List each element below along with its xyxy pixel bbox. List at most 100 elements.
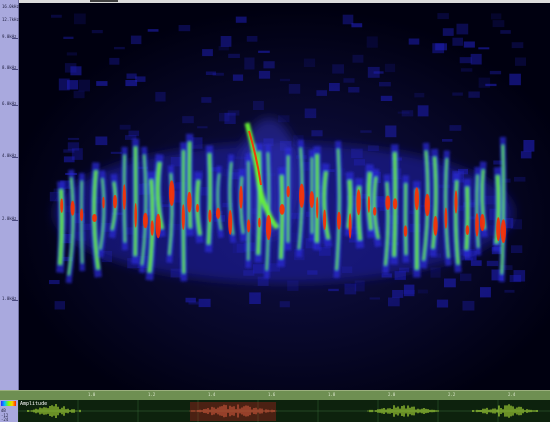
spectral-noise (66, 52, 77, 56)
spectral-peak (475, 213, 479, 237)
spectral-peak (60, 198, 64, 213)
spectral-peak (92, 214, 97, 222)
time-tick-label: 1.6 (268, 392, 276, 397)
spectral-noise (509, 73, 521, 86)
spectral-noise (258, 70, 271, 79)
spectral-noise (253, 100, 264, 110)
spectral-peak (80, 208, 84, 222)
spectral-peak (150, 220, 154, 236)
spectral-peak (323, 209, 327, 230)
tick-mark (12, 38, 18, 39)
spectral-noise (486, 260, 499, 267)
waveform-selection[interactable] (190, 402, 276, 421)
spectral-noise (452, 37, 463, 46)
spectral-peak (228, 210, 233, 235)
time-tick-label: 2.4 (508, 392, 516, 397)
spectral-noise (491, 13, 502, 20)
spectral-noise (509, 275, 522, 283)
spectral-peak (479, 214, 485, 232)
spectral-peak (187, 191, 192, 213)
spectral-noise (110, 151, 122, 154)
spectral-noise (437, 13, 449, 20)
spectral-noise (366, 36, 378, 48)
spectral-noise (51, 14, 62, 18)
spectral-noise (218, 46, 229, 51)
spectral-peak (424, 193, 430, 217)
spectral-noise (397, 111, 410, 114)
spectral-peak (465, 225, 470, 236)
spectral-noise (263, 61, 275, 69)
spectral-noise (388, 297, 400, 307)
spectral-noise (228, 53, 240, 58)
spectral-stroke (80, 180, 84, 264)
waveform-display[interactable] (18, 400, 550, 422)
spectral-peak (239, 185, 243, 209)
spectrogram-view[interactable] (19, 3, 550, 390)
spectral-peak (367, 196, 371, 213)
spectral-noise (219, 112, 230, 122)
spectral-noise (430, 267, 441, 278)
spectral-noise (332, 64, 344, 74)
spectral-noise (384, 63, 396, 73)
spectral-noise (515, 57, 526, 66)
spectral-noise (135, 76, 146, 82)
spectral-noise (278, 115, 290, 123)
spectral-noise (435, 43, 447, 51)
spectral-peak (155, 213, 161, 239)
spectral-noise (351, 23, 363, 28)
tick-mark (12, 105, 18, 106)
spectral-noise (470, 53, 482, 65)
spectral-noise (468, 91, 480, 98)
spectral-noise (489, 70, 502, 75)
spectral-noise (119, 124, 131, 130)
spectral-noise (246, 36, 258, 42)
spectral-noise (514, 176, 526, 182)
freq-tick-label: 16.0kHz (2, 4, 19, 9)
spectral-peak (500, 219, 506, 244)
spectral-noise (182, 116, 194, 124)
spectral-noise (462, 300, 475, 311)
spectral-peak (348, 213, 352, 239)
waveform-side-label: -24 (1, 417, 9, 422)
waveform-panel[interactable]: dB -12 -24 Amplitude (0, 400, 550, 422)
spectral-noise (460, 273, 472, 282)
spectral-noise (460, 68, 473, 72)
spectral-noise (444, 278, 456, 288)
spectral-stroke (404, 183, 408, 255)
spectral-noise (91, 30, 103, 34)
spectral-noise (373, 71, 384, 74)
spectral-noise (191, 137, 203, 149)
spectral-stroke (206, 153, 212, 245)
spectral-noise (452, 92, 463, 96)
spectral-peak (286, 185, 290, 198)
spectral-noise (463, 41, 475, 48)
spectral-noise (478, 77, 491, 88)
time-tick-label: 1.2 (148, 392, 156, 397)
spectral-noise (126, 73, 137, 79)
spectral-noise (109, 57, 120, 65)
spectral-noise (197, 126, 208, 129)
tick-mark (12, 300, 18, 301)
spectral-noise (279, 78, 290, 82)
freq-tick-label: 12.7kHz (2, 17, 19, 22)
spectral-noise (511, 245, 523, 253)
spectral-noise (379, 82, 391, 87)
spectral-noise (212, 72, 224, 76)
spectral-peak (168, 180, 175, 206)
spectral-noise (470, 260, 482, 266)
spectral-noise (232, 74, 244, 81)
overview-position-marker[interactable] (90, 0, 118, 2)
spectral-noise (258, 50, 270, 53)
spectral-noise (202, 49, 213, 57)
spectral-noise (78, 79, 90, 92)
spectral-peak (181, 204, 185, 230)
spectral-peak (309, 191, 315, 208)
spectral-noise (147, 29, 159, 32)
spectral-noise (449, 125, 462, 131)
spectral-noise (328, 288, 339, 292)
spectral-peak (142, 212, 148, 229)
spectral-peak (373, 207, 377, 216)
spectral-noise (329, 83, 340, 92)
spectral-peak (454, 190, 458, 214)
spectral-noise (403, 284, 415, 297)
